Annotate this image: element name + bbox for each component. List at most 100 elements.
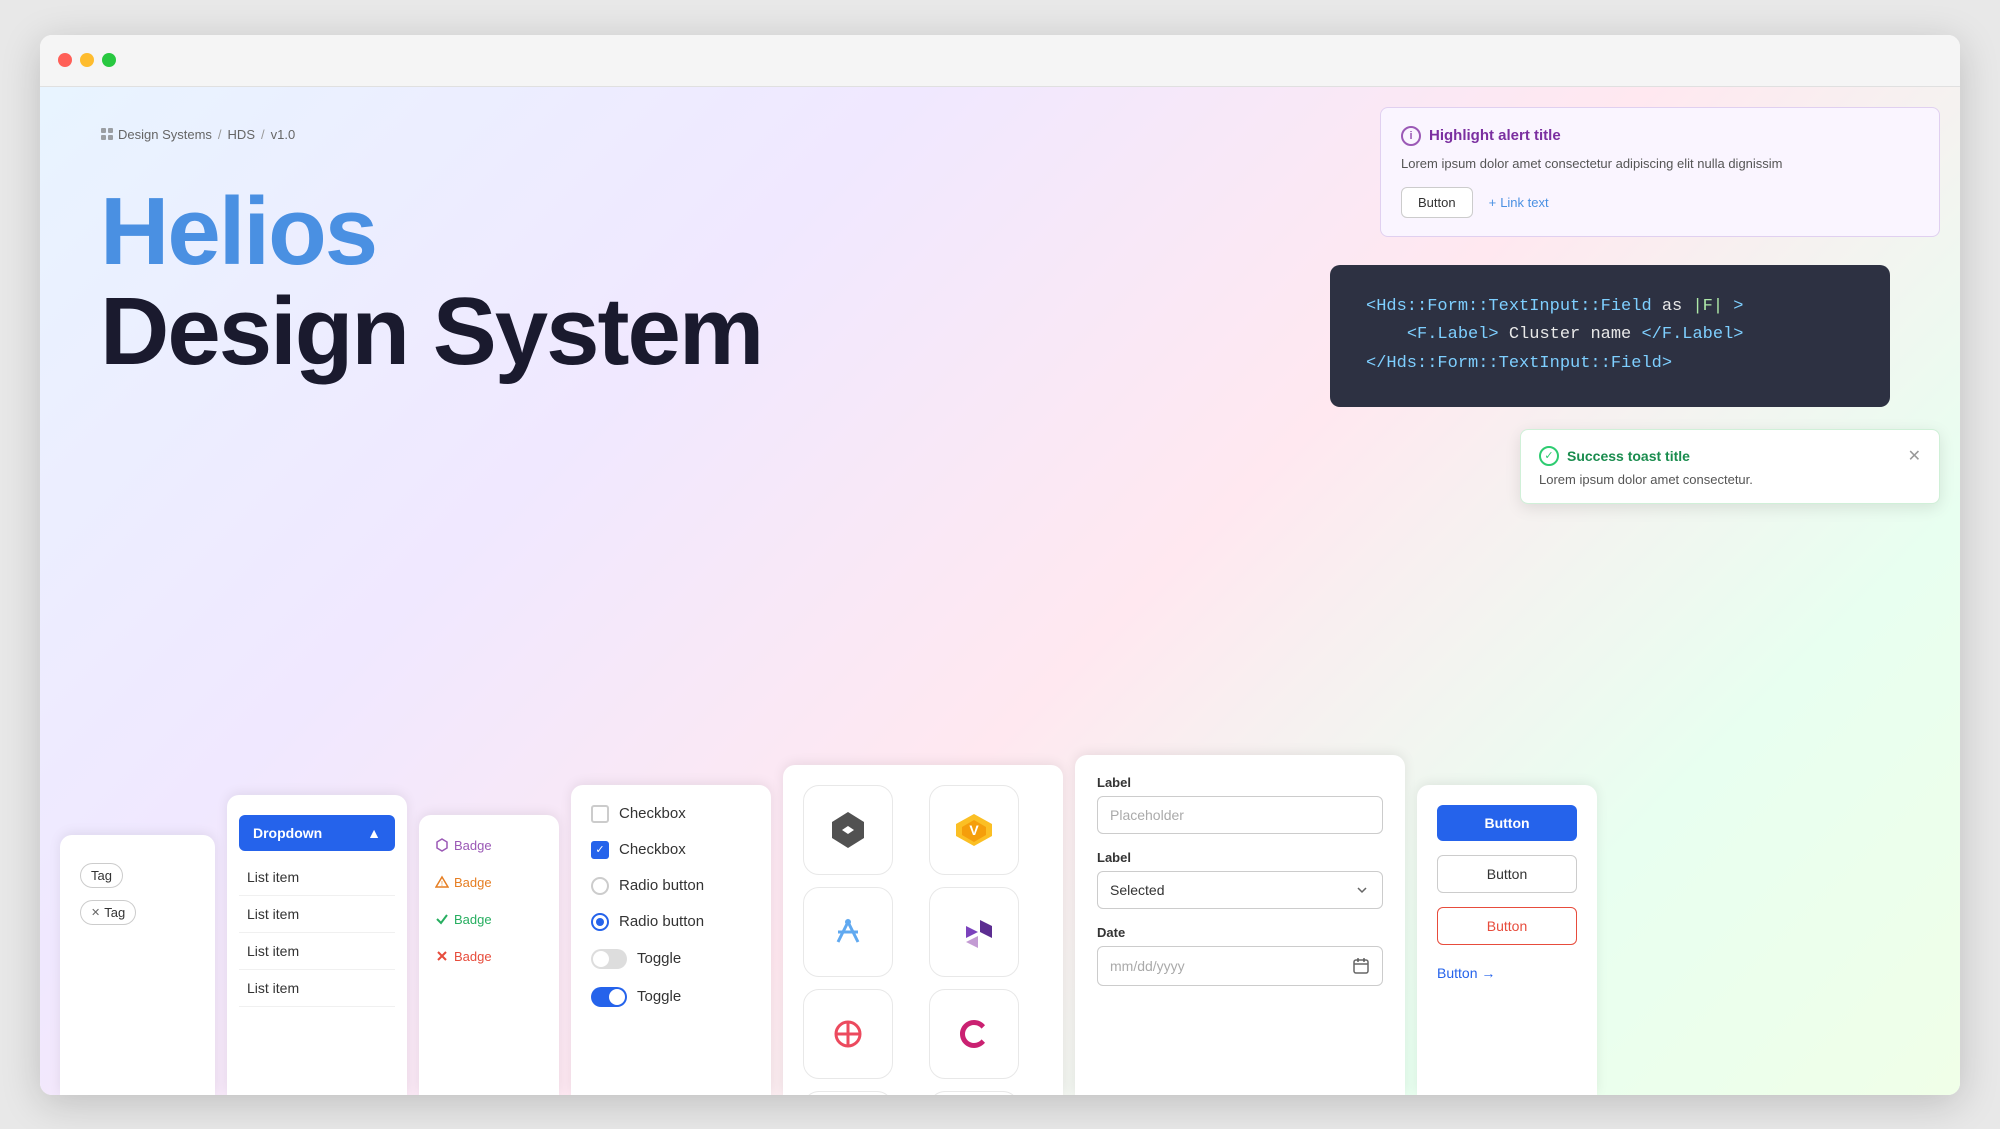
browser-bar (40, 35, 1960, 87)
dropdown-item-4[interactable]: List item (239, 970, 395, 1007)
success-toast: ✓ Success toast title ✕ Lorem ipsum dolo… (1520, 429, 1940, 504)
highlight-alert: i Highlight alert title Lorem ipsum dolo… (1380, 107, 1940, 238)
date-input[interactable]: mm/dd/yyyy (1097, 946, 1383, 986)
hero-title-blue: Helios (100, 182, 800, 283)
hexagon-icon (435, 838, 449, 852)
x-badge-icon (435, 949, 449, 963)
dropdown-button[interactable]: Dropdown ▲ (239, 815, 395, 851)
svg-text:!: ! (441, 881, 443, 888)
form-label-2: Label (1097, 850, 1383, 865)
dropdown-card: Dropdown ▲ List item List item List item… (227, 795, 407, 1095)
radio-label-2: Radio button (619, 913, 704, 930)
toast-header: ✓ Success toast title ✕ (1539, 446, 1921, 466)
button-secondary[interactable]: Button (1437, 855, 1577, 893)
badge-card: Badge ! Badge Badge (419, 815, 559, 1095)
icon-grid: V (803, 785, 1043, 1095)
code-block: <Hds::Form::TextInput::Field as |F| > <F… (1330, 265, 1890, 408)
radio-row-checked[interactable]: Radio button (591, 913, 751, 931)
tag-item-closable[interactable]: ✕ Tag (80, 900, 136, 925)
alert-button[interactable]: Button (1401, 187, 1473, 218)
form-select[interactable]: Selected (1097, 871, 1383, 909)
date-placeholder: mm/dd/yyyy (1110, 958, 1185, 974)
breadcrumb-hds: HDS (228, 127, 255, 142)
alert-body: Lorem ipsum dolor amet consectetur adipi… (1401, 154, 1919, 174)
tag-label: Tag (91, 868, 112, 883)
dropdown-item-2[interactable]: List item (239, 896, 395, 933)
icon-packer (929, 1091, 1019, 1095)
toggle-off[interactable] (591, 949, 627, 969)
button-danger[interactable]: Button (1437, 907, 1577, 945)
alert-title: Highlight alert title (1429, 127, 1561, 144)
tag-card: Tag ✕ Tag (60, 835, 215, 1095)
code-line-2: <F.Label> Cluster name </F.Label> (1366, 321, 1854, 350)
toast-title: Success toast title (1567, 448, 1690, 464)
checkbox-label-1: Checkbox (619, 805, 686, 822)
badge-red: Badge (435, 946, 543, 967)
alert-header: i Highlight alert title (1401, 126, 1919, 146)
checkbox-unchecked[interactable] (591, 805, 609, 823)
toggle-row-off[interactable]: Toggle (591, 949, 751, 969)
form-label-date: Date (1097, 925, 1383, 940)
code-line-3: </Hds::Form::TextInput::Field> (1366, 350, 1854, 379)
info-icon: i (1401, 126, 1421, 146)
badge-green: Badge (435, 909, 543, 930)
icon-nomad (803, 887, 893, 977)
dropdown-label: Dropdown (253, 825, 322, 841)
button-primary[interactable]: Button (1437, 805, 1577, 841)
browser-content: Design Systems / HDS / v1.0 Helios Desig… (40, 87, 1960, 1095)
badge-orange: ! Badge (435, 872, 543, 893)
alert-link[interactable]: + Link text (1489, 195, 1549, 210)
form-input-placeholder[interactable]: Placeholder (1097, 796, 1383, 834)
browser-window: Design Systems / HDS / v1.0 Helios Desig… (40, 35, 1960, 1095)
check-badge-icon (435, 912, 449, 926)
breadcrumb: Design Systems / HDS / v1.0 (100, 127, 800, 142)
tag-item-plain[interactable]: Tag (80, 863, 123, 888)
icon-consul (929, 989, 1019, 1079)
dot-yellow[interactable] (80, 53, 94, 67)
chevron-icon (1354, 882, 1370, 898)
tag-label-closable: Tag (104, 905, 125, 920)
grid-icon (100, 127, 114, 141)
button-link[interactable]: Button → (1437, 959, 1577, 987)
button-card: Button Button Button Button → (1417, 785, 1597, 1095)
icon-waypoint (803, 1091, 893, 1095)
icon-grid-card: V (783, 765, 1063, 1095)
radio-unchecked[interactable] (591, 877, 609, 895)
toast-body: Lorem ipsum dolor amet consectetur. (1539, 472, 1921, 487)
dot-red[interactable] (58, 53, 72, 67)
hero-title-dark: Design System (100, 282, 800, 383)
svg-text:V: V (969, 822, 979, 838)
checkbox-label-2: Checkbox (619, 841, 686, 858)
toggle-label-2: Toggle (637, 988, 681, 1005)
warning-icon: ! (435, 875, 449, 889)
close-icon[interactable]: ✕ (1908, 446, 1921, 466)
icon-vault: V (929, 785, 1019, 875)
plus-icon: + (1489, 195, 1497, 210)
checkbox-checked[interactable]: ✓ (591, 841, 609, 859)
badge-purple: Badge (435, 835, 543, 856)
chevron-up-icon: ▲ (367, 825, 381, 841)
checkbox-row-unchecked[interactable]: Checkbox (591, 805, 751, 823)
form-selected-value: Selected (1110, 882, 1164, 898)
toggle-on[interactable] (591, 987, 627, 1007)
check-icon: ✓ (1539, 446, 1559, 466)
components-row: Tag ✕ Tag Dropdown ▲ List item List item… (40, 755, 1960, 1095)
tag-close-icon[interactable]: ✕ (91, 906, 100, 919)
radio-row-unchecked[interactable]: Radio button (591, 877, 751, 895)
code-line-1: <Hds::Form::TextInput::Field as |F| > (1366, 293, 1854, 322)
toast-title-row: ✓ Success toast title (1539, 446, 1690, 466)
breadcrumb-version: v1.0 (271, 127, 296, 142)
alert-link-text: Link text (1500, 195, 1548, 210)
radio-label-1: Radio button (619, 877, 704, 894)
icon-boundary (803, 989, 893, 1079)
dot-green[interactable] (102, 53, 116, 67)
alert-actions: Button + Link text (1401, 187, 1919, 218)
checkbox-card: Checkbox ✓ Checkbox Radio button Radio b… (571, 785, 771, 1095)
dropdown-item-3[interactable]: List item (239, 933, 395, 970)
form-card: Label Placeholder Label Selected Date mm… (1075, 755, 1405, 1095)
checkbox-row-checked[interactable]: ✓ Checkbox (591, 841, 751, 859)
icon-terraform (929, 887, 1019, 977)
radio-checked[interactable] (591, 913, 609, 931)
dropdown-item-1[interactable]: List item (239, 859, 395, 896)
toggle-row-on[interactable]: Toggle (591, 987, 751, 1007)
